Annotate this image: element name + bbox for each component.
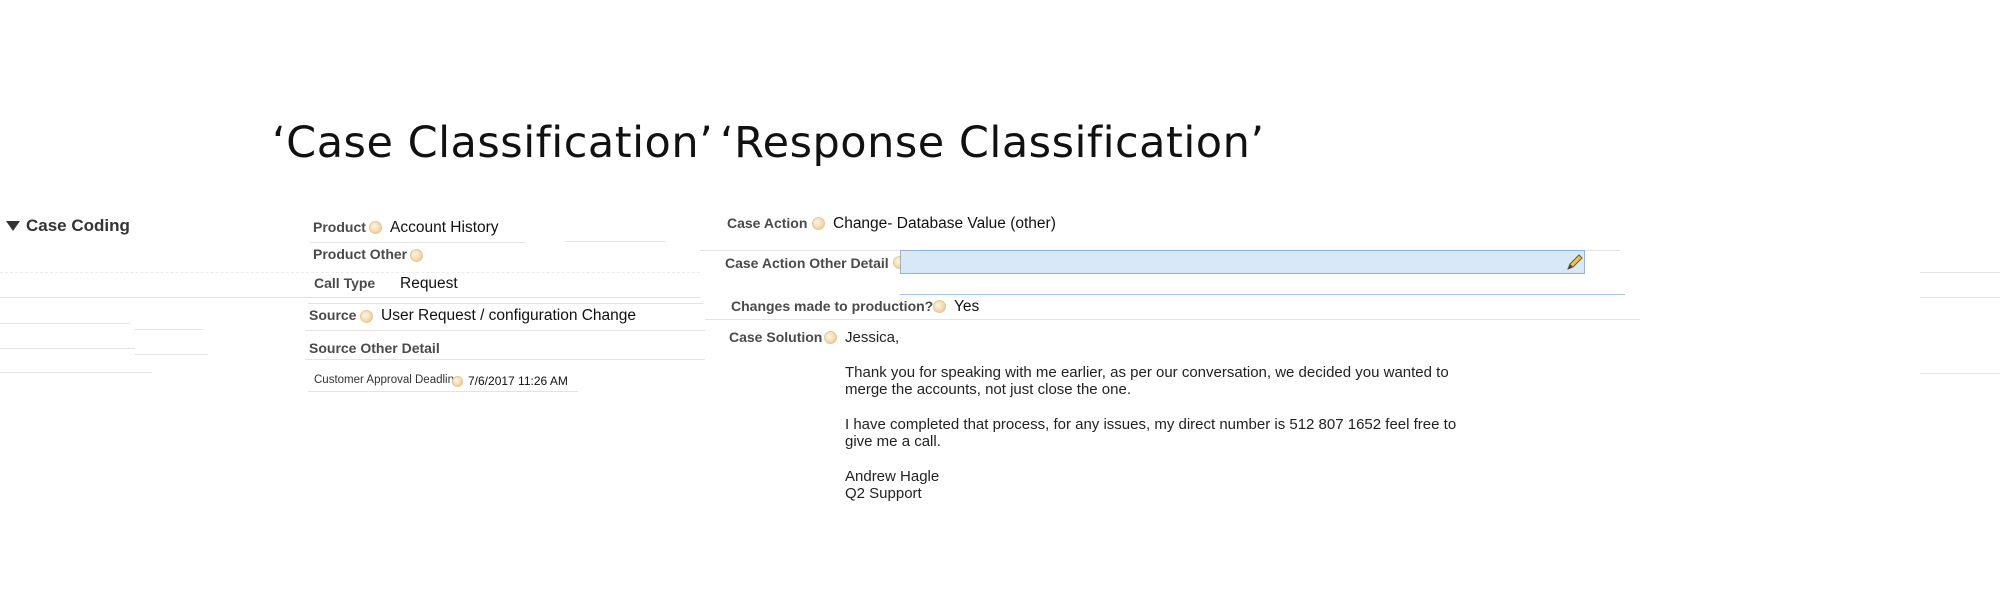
divider	[1920, 373, 2000, 374]
divider	[308, 303, 703, 304]
help-bubble-icon[interactable]	[933, 300, 946, 313]
divider	[565, 241, 665, 242]
case-classification-heading: ‘Case Classification’	[272, 118, 714, 168]
case-action-other-detail-input[interactable]	[900, 250, 1585, 274]
solution-para2-line1: I have completed that process, for any i…	[845, 415, 1457, 433]
triangle-down-icon[interactable]	[6, 221, 20, 231]
divider	[705, 319, 1640, 320]
product-label: Product	[313, 219, 366, 235]
solution-greeting: Jessica,	[845, 329, 900, 346]
help-bubble-icon[interactable]	[360, 310, 373, 323]
customer-approval-deadline-value: 7/6/2017 11:26 AM	[468, 374, 568, 388]
product-value: Account History	[390, 219, 499, 236]
divider	[0, 372, 152, 373]
section-title: Case Coding	[26, 216, 130, 235]
help-bubble-icon[interactable]	[824, 331, 837, 344]
solution-para2-line2: give me a call.	[845, 433, 941, 450]
call-type-label: Call Type	[314, 275, 376, 291]
divider	[135, 354, 208, 355]
case-solution-label: Case Solution	[729, 329, 823, 345]
divider	[0, 272, 700, 273]
changes-made-to-production-value: Yes	[954, 298, 980, 315]
case-coding-section-toggle[interactable]: Case Coding	[6, 216, 130, 236]
help-bubble-icon[interactable]	[410, 249, 423, 262]
divider	[1920, 272, 2000, 273]
solution-signature-team: Q2 Support	[845, 485, 922, 502]
divider	[0, 323, 130, 324]
changes-made-to-production-label: Changes made to production?	[731, 298, 934, 314]
case-action-value: Change- Database Value (other)	[833, 215, 1056, 232]
source-other-detail-label: Source Other Detail	[309, 340, 440, 356]
divider	[305, 359, 705, 360]
solution-para1-line2: merge the accounts, not just close the o…	[845, 381, 1132, 398]
response-classification-heading: ‘Response Classification’	[720, 118, 1265, 168]
help-bubble-icon[interactable]	[812, 217, 825, 230]
solution-signature-name: Andrew Hagle	[845, 467, 940, 485]
pencil-icon[interactable]	[1566, 253, 1584, 271]
divider	[1920, 297, 2000, 298]
divider	[135, 329, 203, 330]
case-action-label: Case Action	[727, 215, 808, 231]
divider	[0, 297, 700, 298]
case-action-other-detail-label: Case Action Other Detail	[725, 255, 889, 271]
divider	[305, 330, 705, 331]
call-type-value: Request	[400, 275, 458, 292]
source-value: User Request / configuration Change	[381, 307, 637, 324]
divider	[308, 391, 578, 392]
product-other-label: Product Other	[313, 246, 408, 262]
divider	[900, 294, 1625, 295]
customer-approval-deadline-label: Customer Approval Deadline	[314, 374, 461, 386]
case-solution-text: Jessica, Thank you for speaking with me …	[845, 329, 1485, 520]
solution-para1-line1: Thank you for speaking with me earlier, …	[845, 363, 1449, 381]
help-bubble-icon[interactable]	[369, 221, 382, 234]
source-label: Source	[309, 307, 357, 323]
divider	[310, 242, 525, 243]
help-bubble-icon[interactable]	[452, 376, 463, 387]
divider	[0, 348, 135, 349]
